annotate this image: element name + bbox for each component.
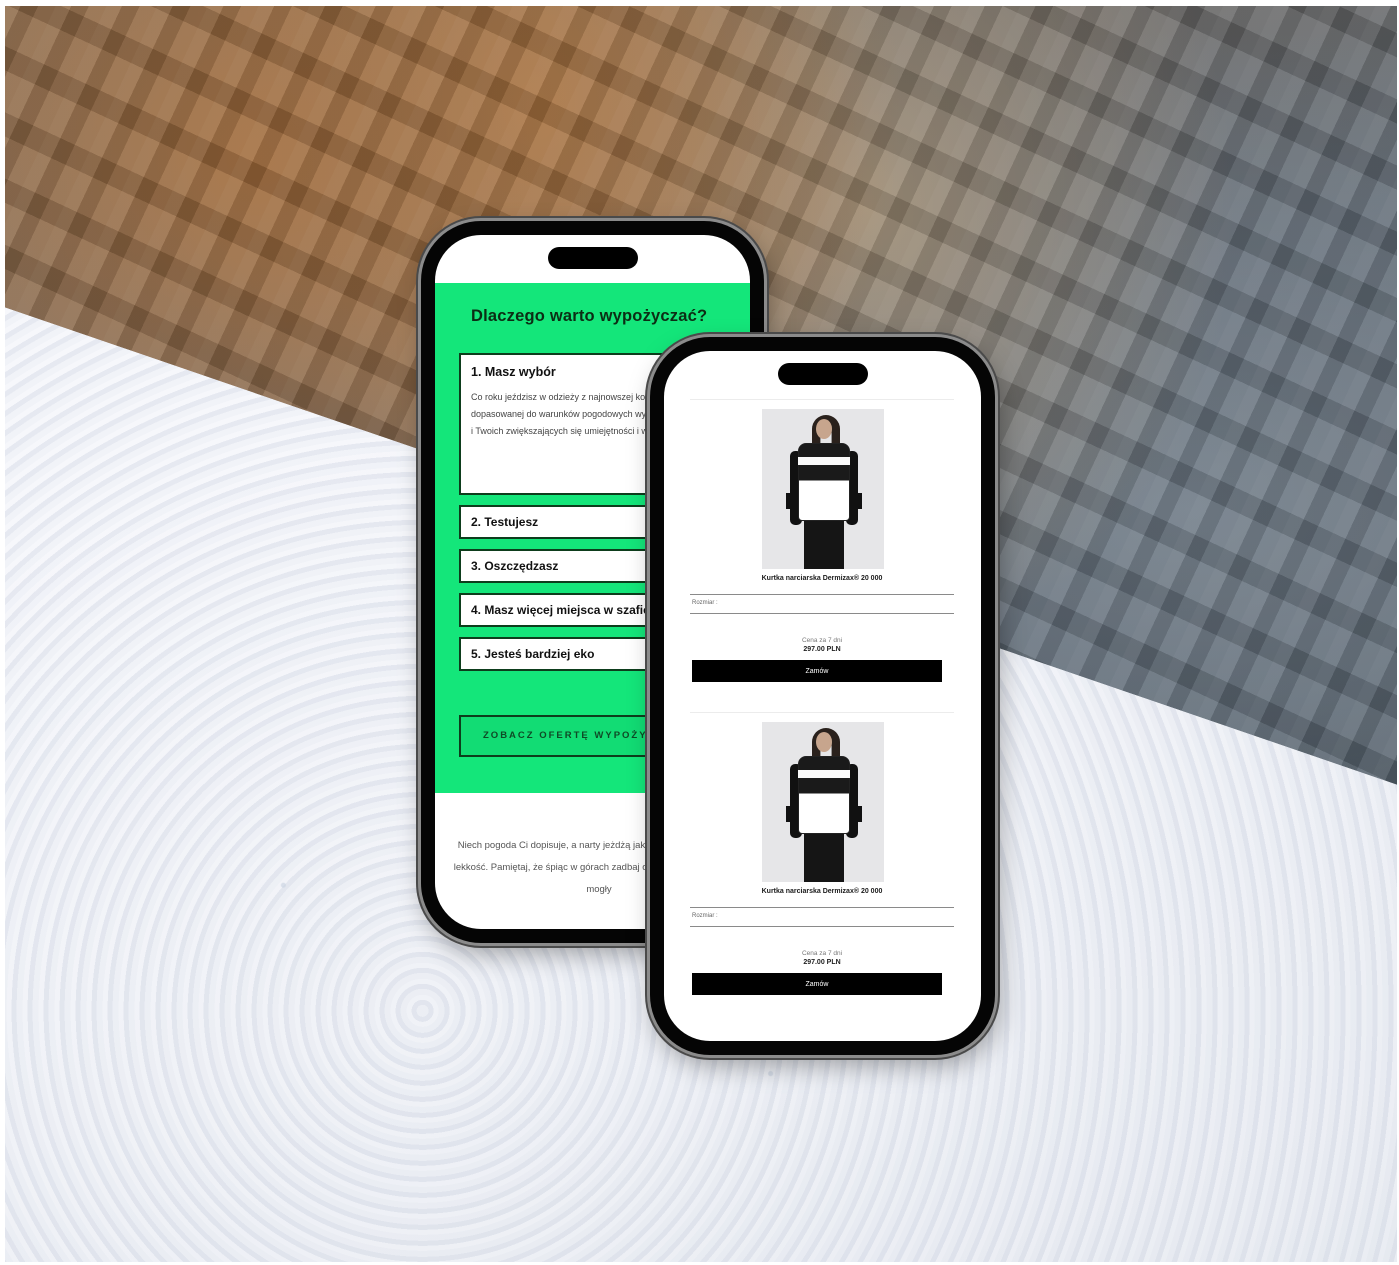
jacket-stripe (798, 457, 850, 465)
model-head (816, 732, 832, 752)
jacket-shape (798, 443, 850, 521)
phone-notch (777, 363, 868, 385)
product-image[interactable] (762, 409, 884, 569)
phone-front: Kurtka narciarska Dermizax® 20 000 Rozmi… (650, 337, 995, 1055)
order-button[interactable]: Zamów (692, 973, 942, 995)
phone-notch (547, 247, 638, 269)
accordion-item-title: 4. Masz więcej miejsca w szafie (471, 603, 650, 617)
product-name[interactable]: Kurtka narciarska Dermizax® 20 000 (690, 888, 954, 895)
phone-front-screen: Kurtka narciarska Dermizax® 20 000 Rozmi… (664, 351, 981, 1041)
size-select[interactable]: Rozmiar : (690, 594, 954, 614)
size-label: Rozmiar : (692, 600, 718, 606)
jacket-patch (786, 806, 796, 822)
card-divider (690, 712, 954, 713)
price-value: 297.00 PLN (803, 959, 841, 966)
accordion-item-title: 5. Jesteś bardziej eko (471, 647, 595, 661)
size-select[interactable]: Rozmiar : (690, 907, 954, 927)
jacket-patch (852, 806, 862, 822)
accordion-item-title: 2. Testujesz (471, 515, 539, 529)
model-legs (804, 521, 844, 569)
jacket-shape (798, 756, 850, 834)
jacket-stripe (798, 770, 850, 778)
price-label: Cena za 7 dni (801, 950, 843, 957)
jacket-patch (852, 493, 862, 509)
model-head (816, 419, 832, 439)
price-value: 297.00 PLN (803, 646, 841, 653)
section-title: Dlaczego warto wypożyczać? (471, 307, 708, 325)
card-divider (690, 399, 954, 400)
accordion-item-title: 1. Masz wybór (471, 365, 556, 379)
accordion-item-title: 3. Oszczędzasz (471, 559, 559, 573)
size-label: Rozmiar : (692, 913, 718, 919)
product-image[interactable] (762, 722, 884, 882)
price-label: Cena za 7 dni (801, 637, 843, 644)
jacket-patch (786, 493, 796, 509)
order-button[interactable]: Zamów (692, 660, 942, 682)
model-legs (804, 834, 844, 882)
product-name[interactable]: Kurtka narciarska Dermizax® 20 000 (690, 575, 954, 582)
